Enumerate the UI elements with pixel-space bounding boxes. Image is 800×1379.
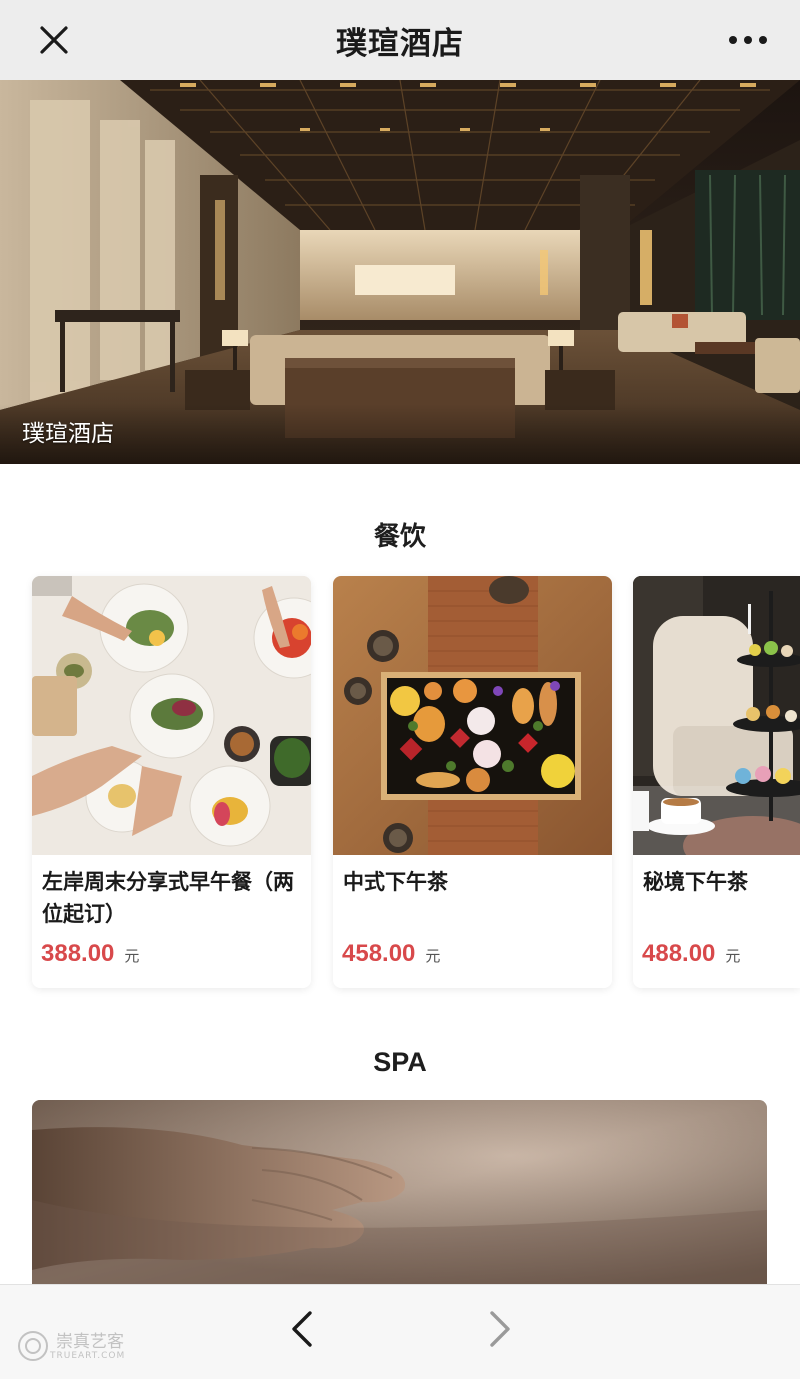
brunch-photo	[32, 576, 311, 855]
watermark-logo-icon	[18, 1331, 48, 1361]
dining-card-chinese-tea[interactable]: 中式下午茶 458.00 元	[333, 576, 612, 988]
spa-section-title: SPA	[373, 1047, 427, 1077]
dining-item-price: 488.00	[642, 940, 716, 967]
price-row: 388.00 元	[41, 940, 139, 968]
watermark: 崇真艺客 TRUEART.COM	[16, 1329, 125, 1363]
watermark-text: 崇真艺客	[56, 1331, 124, 1352]
price-unit: 元	[425, 947, 441, 965]
dining-item-name: 左岸周末分享式早午餐（两位起订）	[42, 870, 294, 926]
hotel-lobby-image	[0, 80, 800, 464]
price-row: 458.00 元	[342, 940, 440, 968]
chinese-tea-photo	[333, 576, 612, 855]
hero-caption: 璞瑄酒店	[22, 421, 114, 447]
dining-item-price: 388.00	[41, 940, 115, 967]
dining-item-name: 中式下午茶	[343, 870, 448, 894]
chevron-left-icon[interactable]	[286, 1309, 320, 1349]
bottom-nav-bar: 崇真艺客 TRUEART.COM	[0, 1284, 800, 1379]
more-dots-icon[interactable]	[726, 22, 770, 58]
dining-item-price: 458.00	[342, 940, 416, 967]
chevron-right-icon[interactable]	[482, 1309, 516, 1349]
dining-card-secret-tea[interactable]: 秘境下午茶 488.00 元	[633, 576, 800, 988]
spa-banner[interactable]	[32, 1100, 767, 1285]
secret-tea-photo	[633, 576, 800, 855]
spa-massage-photo	[32, 1100, 767, 1285]
dining-section-title: 餐饮	[373, 522, 426, 552]
dining-card-brunch[interactable]: 左岸周末分享式早午餐（两位起订） 388.00 元	[32, 576, 311, 988]
close-icon[interactable]	[34, 20, 74, 60]
hero-banner[interactable]: 璞瑄酒店	[0, 80, 800, 464]
price-row: 488.00 元	[642, 940, 740, 968]
price-unit: 元	[725, 947, 741, 965]
watermark-subtext: TRUEART.COM	[50, 1350, 126, 1361]
page-title: 璞瑄酒店	[336, 25, 464, 62]
top-nav-bar: 璞瑄酒店	[0, 0, 800, 80]
price-unit: 元	[124, 947, 140, 965]
dining-item-name: 秘境下午茶	[643, 870, 748, 894]
